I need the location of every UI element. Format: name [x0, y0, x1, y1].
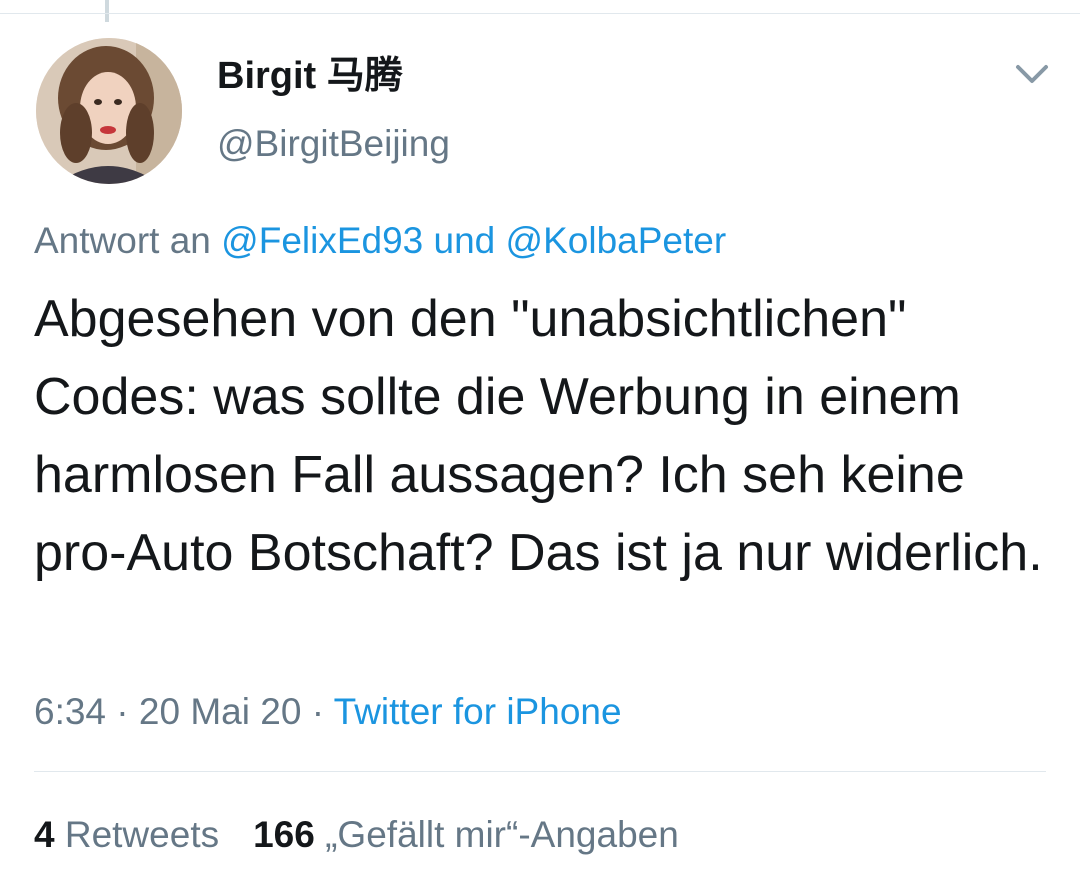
author-display-name[interactable]: Birgit 马腾 [217, 52, 403, 100]
chevron-down-icon[interactable] [1010, 55, 1054, 95]
avatar-image [36, 38, 182, 184]
reply-context: Antwort an @FelixEd93 und @KolbaPeter [34, 217, 726, 265]
likes-stat[interactable]: 166 „Gefällt mir“-Angaben [253, 814, 679, 855]
retweets-label: Retweets [64, 814, 220, 855]
tweet-meta: 6:34 · 20 Mai 20 · Twitter for iPhone [34, 688, 622, 736]
avatar[interactable] [36, 38, 182, 184]
thread-connector-line [105, 0, 109, 22]
tweet-date: 20 Mai 20 [138, 691, 302, 732]
reply-prefix: Antwort an [34, 220, 211, 261]
likes-count: 166 [253, 814, 315, 855]
mention-link-kolbapeter[interactable]: @KolbaPeter [506, 220, 727, 261]
stats-divider [34, 771, 1046, 772]
retweets-count: 4 [34, 814, 55, 855]
engagement-stats: 4 Retweets 166 „Gefällt mir“-Angaben [34, 811, 679, 859]
top-divider [0, 13, 1080, 14]
tweet-text: Abgesehen von den "unabsichtlichen" Code… [34, 290, 1043, 582]
reply-conjunction: und [433, 220, 496, 261]
tweet-time: 6:34 [34, 691, 107, 732]
author-handle[interactable]: @BirgitBeijing [217, 120, 450, 168]
meta-separator: · [116, 691, 129, 732]
tweet-source-link[interactable]: Twitter for iPhone [334, 691, 622, 732]
likes-label: „Gefällt mir“-Angaben [325, 814, 679, 855]
mention-link-felixed93[interactable]: @FelixEd93 [221, 220, 423, 261]
retweets-stat[interactable]: 4 Retweets [34, 814, 219, 855]
meta-separator: · [311, 691, 325, 732]
